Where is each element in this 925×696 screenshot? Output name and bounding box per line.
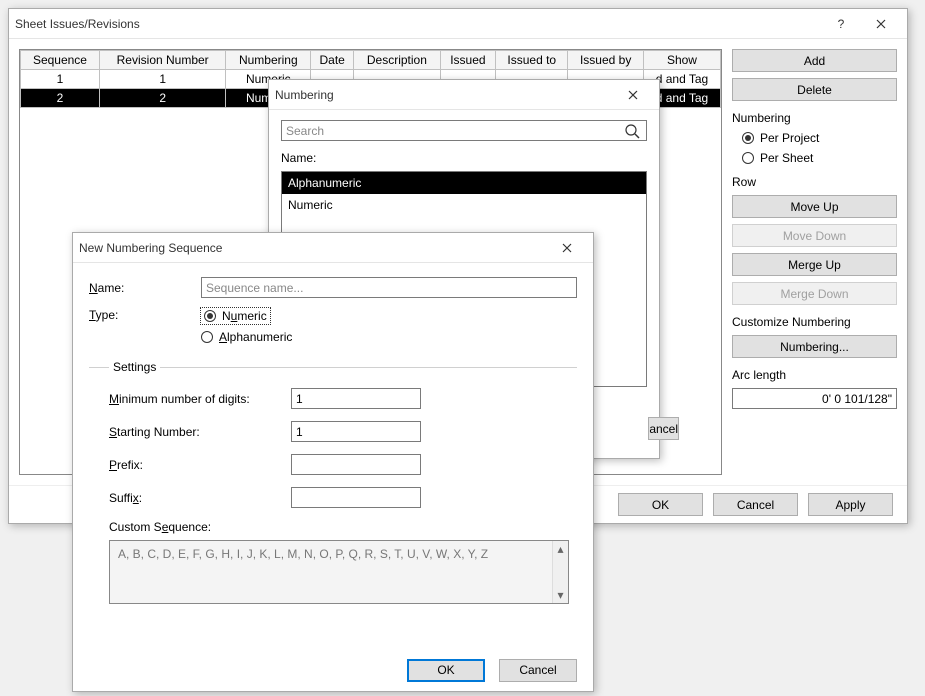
col-numbering[interactable]: Numbering bbox=[226, 51, 311, 70]
window-title: Sheet Issues/Revisions bbox=[15, 17, 821, 31]
col-revision-number[interactable]: Revision Number bbox=[99, 51, 226, 70]
cancel-button[interactable]: Cancel bbox=[499, 659, 577, 682]
list-item[interactable]: Numeric bbox=[282, 194, 646, 216]
prefix-input[interactable] bbox=[291, 454, 421, 475]
close-button[interactable] bbox=[613, 81, 653, 109]
dialog-footer: OK Cancel bbox=[73, 649, 593, 691]
min-digits-input[interactable]: 1 bbox=[291, 388, 421, 409]
close-button[interactable] bbox=[861, 10, 901, 38]
type-numeric-radio[interactable]: Numeric bbox=[201, 308, 270, 324]
row-group-label: Row bbox=[732, 175, 897, 189]
col-sequence[interactable]: Sequence bbox=[21, 51, 100, 70]
col-description[interactable]: Description bbox=[354, 51, 440, 70]
arc-length-field[interactable]: 0' 0 101/128" bbox=[732, 388, 897, 409]
delete-button[interactable]: Delete bbox=[732, 78, 897, 101]
col-show[interactable]: Show bbox=[643, 51, 720, 70]
radio-icon bbox=[204, 310, 216, 322]
name-input[interactable]: Sequence name... bbox=[201, 277, 577, 298]
search-icon bbox=[624, 123, 640, 139]
name-label: Name: bbox=[281, 151, 647, 165]
settings-legend: Settings bbox=[109, 360, 160, 374]
radio-icon bbox=[742, 132, 754, 144]
min-digits-label: Minimum number of digits: bbox=[109, 392, 279, 406]
starting-number-input[interactable]: 1 bbox=[291, 421, 421, 442]
scroll-down-icon[interactable]: ▾ bbox=[553, 587, 568, 603]
col-issued[interactable]: Issued bbox=[440, 51, 496, 70]
cancel-button[interactable]: Cancel bbox=[713, 493, 798, 516]
col-date[interactable]: Date bbox=[311, 51, 354, 70]
name-label: Name: bbox=[89, 281, 189, 295]
window-title: New Numbering Sequence bbox=[79, 241, 547, 255]
window-title: Numbering bbox=[275, 88, 613, 102]
radio-icon bbox=[742, 152, 754, 164]
cancel-button-fragment[interactable]: ancel bbox=[648, 417, 679, 440]
per-project-radio[interactable]: Per Project bbox=[732, 131, 897, 145]
list-item[interactable]: Alphanumeric bbox=[282, 172, 646, 194]
settings-group: Settings Minimum number of digits: 1 Sta… bbox=[89, 360, 577, 604]
search-input[interactable]: Search bbox=[281, 120, 647, 141]
merge-up-button[interactable]: Merge Up bbox=[732, 253, 897, 276]
type-alphanumeric-radio[interactable]: Alphanumeric bbox=[201, 330, 577, 344]
numbering-settings-button[interactable]: Numbering... bbox=[732, 335, 897, 358]
ok-button[interactable]: OK bbox=[618, 493, 703, 516]
suffix-input[interactable] bbox=[291, 487, 421, 508]
arc-length-label: Arc length bbox=[732, 368, 897, 382]
numbering-group-label: Numbering bbox=[732, 111, 897, 125]
customize-group-label: Customize Numbering bbox=[732, 315, 897, 329]
close-icon bbox=[562, 243, 572, 253]
titlebar: Sheet Issues/Revisions ? bbox=[9, 9, 907, 39]
close-icon bbox=[876, 19, 886, 29]
add-button[interactable]: Add bbox=[732, 49, 897, 72]
titlebar: New Numbering Sequence bbox=[73, 233, 593, 263]
close-icon bbox=[628, 90, 638, 100]
col-issued-to[interactable]: Issued to bbox=[496, 51, 568, 70]
merge-down-button: Merge Down bbox=[732, 282, 897, 305]
col-issued-by[interactable]: Issued by bbox=[568, 51, 644, 70]
apply-button[interactable]: Apply bbox=[808, 493, 893, 516]
scrollbar[interactable]: ▴ ▾ bbox=[552, 541, 568, 603]
titlebar: Numbering bbox=[269, 80, 659, 110]
type-label: Type: bbox=[89, 308, 189, 322]
help-button[interactable]: ? bbox=[821, 10, 861, 38]
side-panel: Add Delete Numbering Per Project Per She… bbox=[732, 49, 897, 475]
suffix-label: Suffix: bbox=[109, 491, 279, 505]
ok-button[interactable]: OK bbox=[407, 659, 485, 682]
new-numbering-sequence-dialog: New Numbering Sequence Name: Sequence na… bbox=[72, 232, 594, 692]
custom-sequence-textarea[interactable]: A, B, C, D, E, F, G, H, I, J, K, L, M, N… bbox=[109, 540, 569, 604]
move-down-button: Move Down bbox=[732, 224, 897, 247]
radio-icon bbox=[201, 331, 213, 343]
starting-number-label: Starting Number: bbox=[109, 425, 279, 439]
close-button[interactable] bbox=[547, 234, 587, 262]
scroll-up-icon[interactable]: ▴ bbox=[553, 541, 568, 557]
prefix-label: Prefix: bbox=[109, 458, 279, 472]
custom-sequence-label: Custom Sequence: bbox=[109, 520, 577, 534]
per-sheet-radio[interactable]: Per Sheet bbox=[732, 151, 897, 165]
move-up-button[interactable]: Move Up bbox=[732, 195, 897, 218]
